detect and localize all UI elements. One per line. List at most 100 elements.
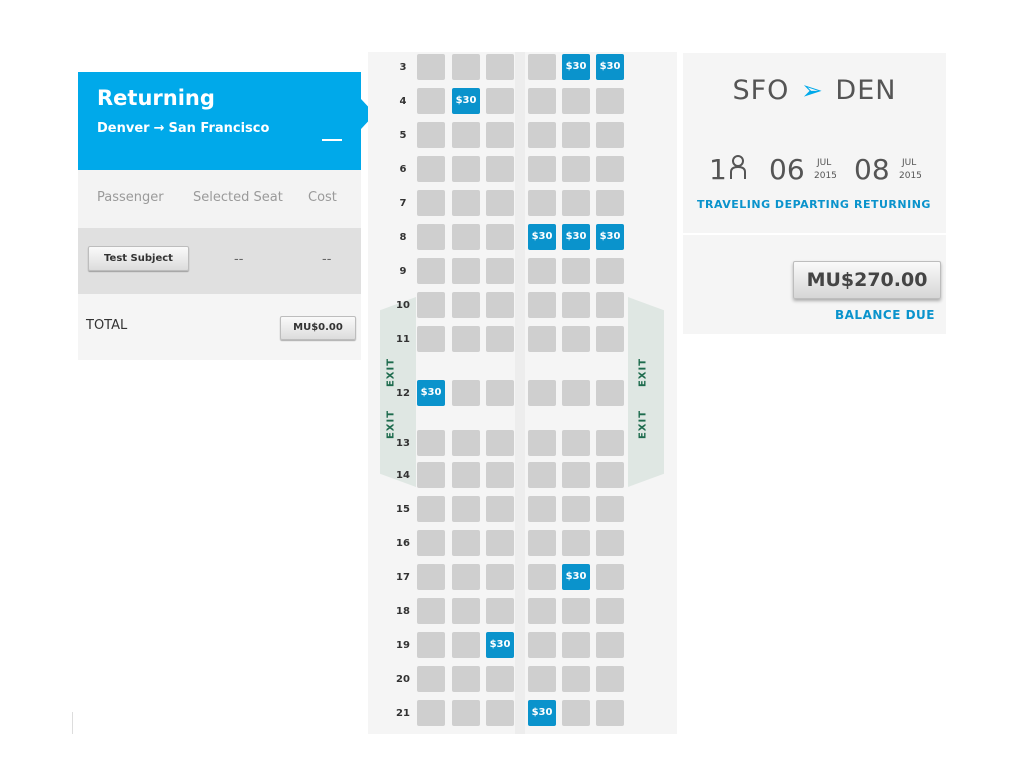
seat[interactable] [528,190,556,216]
seat[interactable] [452,224,480,250]
seat[interactable] [486,190,514,216]
paid-seat[interactable]: $30 [562,54,590,80]
seat[interactable] [596,156,624,182]
seat[interactable] [562,598,590,624]
seat[interactable] [452,564,480,590]
seat[interactable] [596,700,624,726]
seat[interactable] [528,292,556,318]
seat[interactable] [528,666,556,692]
seat[interactable] [596,190,624,216]
seat[interactable] [486,530,514,556]
seat[interactable] [486,326,514,352]
seat[interactable] [528,598,556,624]
seat[interactable] [528,122,556,148]
seat[interactable] [528,496,556,522]
paid-seat[interactable]: $30 [596,54,624,80]
seat[interactable] [528,632,556,658]
seat[interactable] [417,496,445,522]
seat[interactable] [486,54,514,80]
seat[interactable] [417,666,445,692]
seat[interactable] [486,380,514,406]
paid-seat[interactable]: $30 [417,380,445,406]
seat[interactable] [486,122,514,148]
seat[interactable] [452,632,480,658]
seat[interactable] [452,666,480,692]
seat[interactable] [562,380,590,406]
seat[interactable] [528,530,556,556]
seat[interactable] [562,156,590,182]
seat[interactable] [528,258,556,284]
paid-seat[interactable]: $30 [528,224,556,250]
seat[interactable] [417,462,445,488]
seat[interactable] [452,430,480,456]
seat[interactable] [486,430,514,456]
seat[interactable] [562,258,590,284]
seat[interactable] [486,88,514,114]
seat[interactable] [452,530,480,556]
seat[interactable] [486,292,514,318]
balance-button[interactable]: MU$270.00 [793,261,941,299]
seat[interactable] [596,326,624,352]
seat[interactable] [417,598,445,624]
seat[interactable] [528,380,556,406]
seat[interactable] [486,258,514,284]
seat[interactable] [486,598,514,624]
seat[interactable] [596,462,624,488]
paid-seat[interactable]: $30 [562,224,590,250]
paid-seat[interactable]: $30 [528,700,556,726]
seat[interactable] [486,496,514,522]
paid-seat[interactable]: $30 [486,632,514,658]
seat[interactable] [417,430,445,456]
seat[interactable] [596,258,624,284]
seat[interactable] [452,156,480,182]
seat[interactable] [596,122,624,148]
seat[interactable] [417,54,445,80]
paid-seat[interactable]: $30 [596,224,624,250]
seat[interactable] [452,598,480,624]
seat[interactable] [562,496,590,522]
total-amount-button[interactable]: MU$0.00 [280,316,356,340]
seat[interactable] [562,292,590,318]
seat[interactable] [596,632,624,658]
seat[interactable] [417,88,445,114]
collapse-dash-icon[interactable] [322,139,342,141]
seat[interactable] [486,700,514,726]
seat[interactable] [417,224,445,250]
seat[interactable] [596,496,624,522]
seat[interactable] [562,122,590,148]
seat[interactable] [486,156,514,182]
seat[interactable] [562,190,590,216]
seat[interactable] [452,258,480,284]
seat[interactable] [562,88,590,114]
seat[interactable] [452,496,480,522]
seat[interactable] [596,598,624,624]
seat[interactable] [528,462,556,488]
seat[interactable] [417,530,445,556]
seat[interactable] [452,292,480,318]
seat[interactable] [452,380,480,406]
seat[interactable] [452,700,480,726]
seat[interactable] [596,666,624,692]
seat[interactable] [486,666,514,692]
seat[interactable] [562,430,590,456]
seat[interactable] [528,54,556,80]
seat[interactable] [528,88,556,114]
seat[interactable] [452,190,480,216]
seat[interactable] [417,700,445,726]
seat[interactable] [417,326,445,352]
seat[interactable] [417,156,445,182]
seat[interactable] [417,292,445,318]
seat[interactable] [417,258,445,284]
seat[interactable] [452,462,480,488]
seat[interactable] [452,326,480,352]
seat[interactable] [562,326,590,352]
seat[interactable] [528,156,556,182]
seat[interactable] [562,462,590,488]
seat[interactable] [452,122,480,148]
paid-seat[interactable]: $30 [562,564,590,590]
seat[interactable] [417,632,445,658]
seat[interactable] [528,326,556,352]
seat[interactable] [596,530,624,556]
seat[interactable] [596,88,624,114]
seat[interactable] [596,292,624,318]
